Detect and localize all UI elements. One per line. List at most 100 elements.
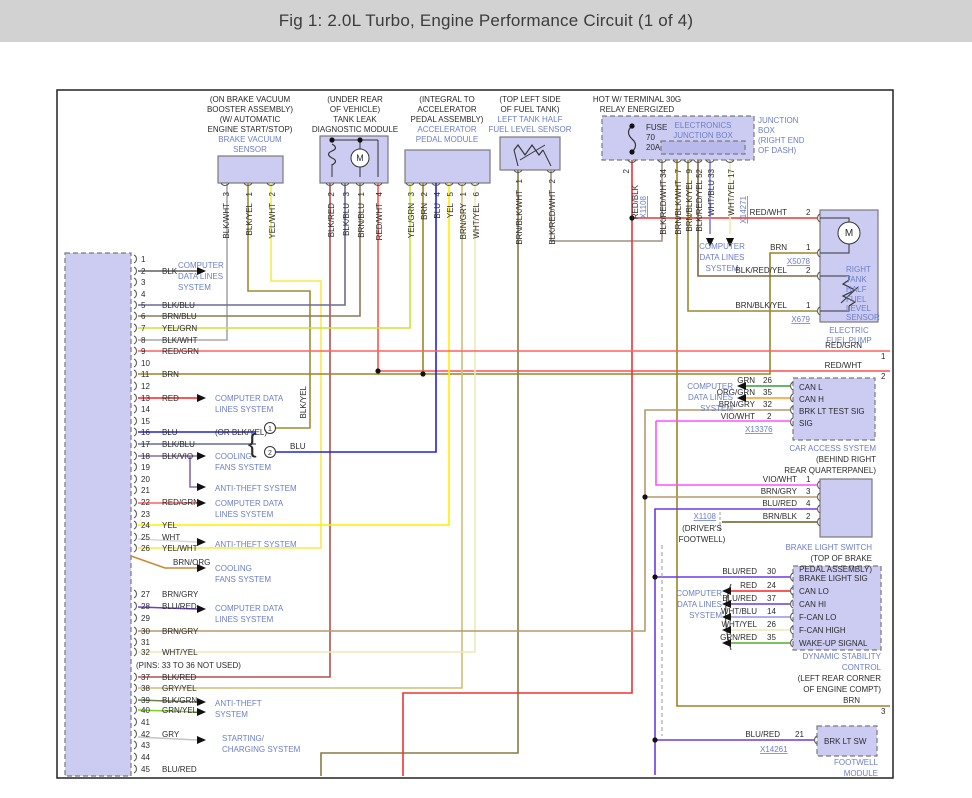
diagram-label: BLK/YEL: [245, 202, 254, 235]
diagram-label: SYSTEM: [706, 264, 739, 273]
diagram-label: SENSOR: [233, 145, 267, 154]
diagram-label: 4: [141, 290, 146, 299]
diagram-label: (DRIVER'S: [682, 524, 722, 533]
diagram-label: RED/GRN: [162, 498, 199, 507]
junction-dot: [329, 137, 335, 143]
diagram-label: BLK: [162, 267, 178, 276]
diagram-label: CAN H: [799, 395, 824, 404]
pin-bump: [133, 497, 137, 507]
diagram-label: 33: [707, 168, 716, 177]
diagram-label: BRN: [770, 243, 787, 252]
diagram-label: RED/WHT: [750, 208, 787, 217]
diagram-label: 23: [141, 510, 150, 519]
junction-dot: [420, 371, 426, 377]
pin-bump: [133, 289, 137, 299]
pin-bump: [133, 485, 137, 495]
diagram-label: CONTROL: [842, 663, 882, 672]
diagram-label: BRAKE VACUUM: [218, 135, 282, 144]
pin-bump: [133, 647, 137, 657]
diagram-label: GRN: [737, 376, 755, 385]
diagram-label: WHT/YEL: [162, 648, 198, 657]
diagram-label: BRN: [162, 370, 179, 379]
diagram-label: RED/GRN: [825, 341, 862, 350]
diagram-label: 42: [141, 730, 150, 739]
diagram-label: 38: [141, 684, 150, 693]
diagram-label: BLU: [290, 442, 306, 451]
pin-bump: [133, 462, 137, 472]
pin-bump: [133, 613, 137, 623]
diagram-label: TANK: [846, 275, 867, 284]
diagram-label: BRN/ORG: [173, 558, 210, 567]
diagram-label: SYSTEM: [178, 283, 211, 292]
diagram-label: RED/BLK: [631, 184, 640, 219]
diagram-label: BRN/BLU: [357, 203, 366, 238]
diagram-label: 29: [141, 614, 150, 623]
diagram-label: 1: [141, 255, 146, 264]
diagram-label: COMPUTER DATA: [215, 394, 284, 403]
diagram-label: COOLING: [215, 452, 252, 461]
diagram-label: ELECTRIC: [829, 326, 869, 335]
diagram-label: BRN: [420, 203, 429, 220]
diagram-label: 4: [375, 191, 384, 196]
diagram-label: DYNAMIC STABILITY: [802, 652, 881, 661]
diagram-label: 4: [806, 499, 811, 508]
component-box: [217, 155, 284, 184]
diagram-label: PEDAL ASSEMBLY): [799, 565, 872, 574]
diagram-label: 31: [141, 638, 150, 647]
diagram-label: YEL: [162, 521, 178, 530]
diagram-label: PEDAL ASSEMBLY): [411, 115, 484, 124]
diagram-label: 30: [767, 567, 776, 576]
diagram-label: 43: [141, 741, 150, 750]
diagram-label: BLK/RED: [162, 673, 196, 682]
diagram-label: CHARGING SYSTEM: [222, 745, 301, 754]
junction-dot: [652, 737, 658, 743]
flow-arrow-icon: [197, 483, 206, 491]
diagram-label: RED/WHT: [825, 361, 862, 370]
diagram-label: 14: [141, 405, 150, 414]
diagram-label: TANK LEAK: [333, 115, 377, 124]
diagram-label: 24: [767, 581, 776, 590]
diagram-label: 52: [695, 168, 704, 177]
junction-dot: [629, 123, 635, 129]
diagram-label: ELECTRONICS: [675, 121, 732, 130]
diagram-label: X5078: [787, 257, 811, 266]
pin-bump: [133, 381, 137, 391]
diagram-label: 12: [141, 382, 150, 391]
diagram-label: YEL/WHT: [268, 203, 277, 239]
diagram-label: GRN/RED: [720, 633, 757, 642]
diagram-label: DATA LINES: [677, 600, 722, 609]
diagram-label: 16: [141, 428, 150, 437]
diagram-label: RED: [162, 394, 179, 403]
diagram-label: BLU: [162, 428, 178, 437]
diagram-label: (BEHIND RIGHT: [816, 455, 876, 464]
diagram-label: HALF: [846, 285, 867, 294]
diagram-label: 2: [141, 267, 146, 276]
pin-bump: [133, 404, 137, 414]
pin-bump: [133, 393, 137, 403]
diagram-label: COMPUTER: [699, 242, 745, 251]
junction-dot: [652, 574, 658, 580]
diagram-label: RED/WHT: [375, 203, 384, 240]
diagram-label: BRN/GRY: [162, 590, 199, 599]
diagram-label: 1: [806, 243, 811, 252]
component-box: [64, 252, 132, 777]
diagram-label: BLK/VIO: [162, 452, 193, 461]
diagram-label: OF VEHICLE): [330, 105, 381, 114]
diagram-label: BRAKE LIGHT SIG: [799, 574, 868, 583]
diagram-label: 17: [727, 168, 736, 177]
pin-bump: [133, 358, 137, 368]
pin-bump: [133, 672, 137, 682]
diagram-label: X14261: [760, 745, 788, 754]
diagram-label: CAN HI: [799, 600, 826, 609]
diagram-label: 1: [245, 191, 254, 196]
diagram-label: RED/GRN: [162, 347, 199, 356]
diagram-label: JUNCTION: [758, 116, 799, 125]
diagram-label: BLK/RED/YEL: [735, 266, 787, 275]
diagram-label: WAKE-UP SIGNAL: [799, 639, 868, 648]
diagram-label: ANTI-THEFT: [215, 699, 262, 708]
diagram-label: BLU/RED: [722, 594, 757, 603]
diagram-label: YEL: [446, 202, 455, 218]
diagram-label: BLK/BLU: [162, 440, 195, 449]
diagram-label: 32: [763, 400, 772, 409]
diagram-label: SYSTEM: [700, 404, 733, 413]
